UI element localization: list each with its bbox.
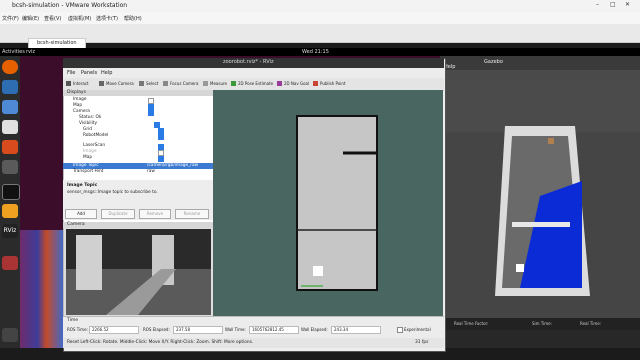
rviz-title-bar: zoorobot.rviz* - RViz (63, 58, 444, 68)
time-panel: Time ROS Time: 2266.52 ROS Elapsed: 237.… (63, 316, 444, 339)
app-menu[interactable]: rviz (26, 49, 35, 55)
writer-icon[interactable] (2, 120, 18, 134)
tool-focus-camera[interactable]: Focus Camera (163, 81, 198, 86)
rename-button[interactable]: Rename (175, 209, 209, 219)
experimental-label: Experimental (404, 327, 431, 332)
help-icon[interactable] (2, 160, 18, 174)
maximize-icon[interactable]: □ (610, 1, 616, 8)
display-property-transport-hint[interactable]: Transport Hint raw (63, 169, 213, 175)
transport-hint-value: raw (147, 169, 155, 174)
vm-tab-label: bcsh-simulation (37, 40, 77, 46)
help-title: Image Topic (67, 183, 98, 188)
remove-button[interactable]: Remove (139, 209, 171, 219)
real-time-factor-label: Real Time Factor: (454, 321, 489, 326)
menu-view[interactable]: 查看(V) (44, 15, 61, 22)
display-buttons: Add Duplicate Remove Rename (63, 208, 213, 220)
vm-tab[interactable]: bcsh-simulation (28, 38, 86, 48)
display-item-map-2[interactable]: Map (73, 155, 223, 162)
fps-counter: 31 fps (415, 340, 429, 345)
menu-help[interactable]: 帮助(H) (124, 15, 142, 22)
displays-tree: Image Map Camera Status: Ok Visibility G… (63, 97, 213, 181)
tool-measure[interactable]: Measure (203, 81, 227, 86)
ros-elapsed-label: ROS Elapsed: (143, 327, 170, 332)
map-occupied-area (296, 115, 378, 291)
camera-view[interactable] (66, 229, 211, 315)
rviz-title: zoorobot.rviz* - RViz (223, 59, 274, 65)
vmware-toolbar (0, 24, 640, 43)
gazebo-icon[interactable] (2, 204, 18, 218)
camera-header: Camera (63, 222, 213, 228)
tool-2d-nav-goal[interactable]: 2D Nav Goal (277, 81, 309, 86)
dock: RViz (0, 56, 20, 348)
camera-image-svg (66, 229, 211, 315)
add-button[interactable]: Add (65, 209, 97, 219)
menu-tabs[interactable]: 选项卡(T) (96, 15, 118, 22)
wall-elapsed-label: Wall Elapsed: (301, 327, 328, 332)
wall-object (548, 138, 554, 144)
rviz-3d-view[interactable] (213, 90, 443, 316)
wall-elapsed-field: 243.34 (331, 326, 381, 334)
tool-2d-pose-estimate[interactable]: 2D Pose Estimate (231, 81, 273, 86)
menu-edit[interactable]: 编辑(E) (22, 15, 39, 22)
status-text: Reset Left-Click: Rotate. Middle-Click: … (67, 340, 254, 345)
rviz-menu-panels[interactable]: Panels (81, 70, 97, 76)
ros-time-field: 2266.52 (89, 326, 139, 334)
menu-file[interactable]: 文件(F) (2, 15, 19, 22)
rviz-status-bar: Reset Left-Click: Rotate. Middle-Click: … (63, 338, 444, 348)
thunderbird-icon[interactable] (2, 80, 18, 94)
rviz-menu-file[interactable]: File (67, 70, 75, 76)
screenshot-icon[interactable] (2, 256, 18, 270)
gazebo-status-bar: Real Time Factor: Sim Time: Real Time: (440, 318, 640, 330)
sim-time-label: Sim Time: (532, 321, 552, 326)
property-help-box: Image Topic sensor_msgs::Image topic to … (63, 180, 213, 208)
firefox-icon[interactable] (2, 60, 18, 74)
tool-select[interactable]: Select (139, 81, 158, 86)
robot-marker (313, 266, 323, 276)
minimize-icon[interactable]: – (596, 1, 599, 8)
real-time-label: Real Time: (580, 321, 602, 326)
desktop-wallpaper-strip (20, 230, 64, 348)
rviz-menu-help[interactable]: Help (101, 70, 112, 76)
wall-time-label: Wall Time: (225, 327, 246, 332)
menu-vm[interactable]: 虚拟机(M) (68, 15, 91, 22)
ros-elapsed-field: 237.58 (173, 326, 223, 334)
clock[interactable]: Wed 21:15 (302, 49, 329, 55)
terminal-icon[interactable] (2, 184, 20, 200)
gazebo-toolbar (440, 70, 640, 86)
show-apps-icon[interactable] (2, 328, 18, 342)
ros-time-label: ROS Time: (67, 327, 88, 332)
time-header: Time (67, 318, 79, 323)
display-item-robotmodel[interactable]: RobotModel (73, 133, 223, 140)
rviz-icon[interactable]: RViz (2, 224, 18, 238)
window-title: bcsh-simulation - VMware Workstation (12, 2, 128, 9)
tool-move-camera[interactable]: Move Camera (99, 81, 134, 86)
files-icon[interactable] (2, 100, 18, 114)
help-text: sensor_msgs::Image topic to subscribe to… (67, 190, 158, 195)
experimental-checkbox[interactable] (397, 327, 403, 333)
displays-title: Displays (67, 90, 86, 95)
software-icon[interactable] (2, 140, 18, 154)
tool-publish-point[interactable]: Publish Point (313, 81, 345, 86)
robot-model (516, 264, 524, 272)
wall-time-field: 1605762812.45 (249, 326, 299, 334)
close-icon[interactable]: ✕ (625, 1, 630, 8)
map-svg (296, 115, 378, 291)
ubuntu-top-bar: Activities rviz Wed 21:15 (0, 48, 640, 56)
camera-title: Camera (67, 222, 85, 227)
cam-wall-left (76, 235, 102, 290)
rviz-menu-bar: File Panels Help (63, 68, 444, 78)
gazebo-title: Gazebo (484, 59, 503, 65)
tool-interact[interactable]: Interact (66, 81, 89, 86)
duplicate-button[interactable]: Duplicate (101, 209, 135, 219)
gazebo-title-bar: Gazebo Help (440, 56, 640, 70)
inner-wall (512, 222, 570, 227)
gazebo-world-svg (495, 126, 590, 296)
displays-header: Displays (63, 90, 213, 96)
activities-button[interactable]: Activities (2, 49, 25, 55)
